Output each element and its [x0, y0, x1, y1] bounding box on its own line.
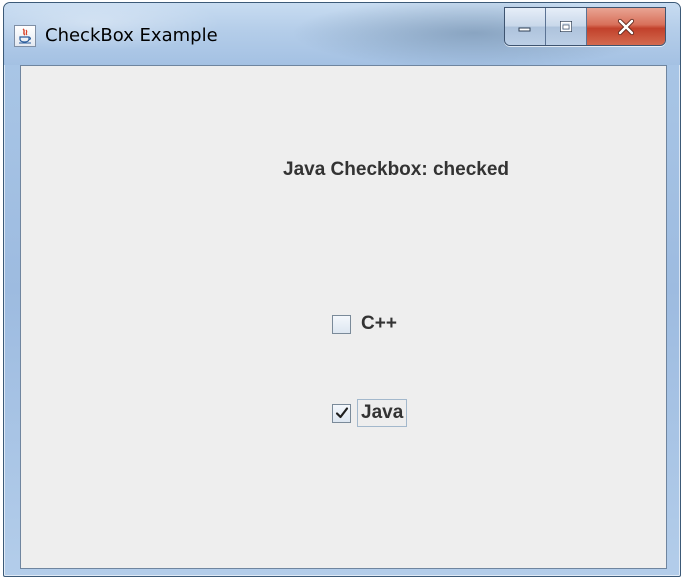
content-pane: Java Checkbox: checked C++ Java: [20, 65, 667, 569]
close-button[interactable]: [587, 8, 665, 45]
checkbox-cpp-label[interactable]: C++: [357, 310, 401, 338]
java-app-icon[interactable]: [14, 25, 36, 47]
app-window: CheckBox Example Java Checkbox: checked …: [3, 2, 681, 577]
checkbox-java-label[interactable]: Java: [357, 399, 408, 427]
checkmark-icon: [335, 407, 348, 419]
title-bar[interactable]: CheckBox Example: [4, 3, 680, 65]
checkbox-java[interactable]: Java: [332, 399, 408, 427]
checkbox-java-box[interactable]: [332, 403, 351, 423]
window-title: CheckBox Example: [45, 25, 218, 46]
checkbox-cpp[interactable]: C++: [332, 310, 401, 338]
maximize-button[interactable]: [546, 8, 587, 45]
status-label: Java Checkbox: checked: [283, 159, 510, 180]
window-controls: [504, 7, 666, 46]
close-icon: [617, 18, 635, 35]
minimize-icon: [518, 27, 531, 31]
maximize-icon: [560, 20, 572, 32]
checkbox-cpp-box[interactable]: [332, 314, 351, 334]
minimize-button[interactable]: [505, 8, 546, 45]
